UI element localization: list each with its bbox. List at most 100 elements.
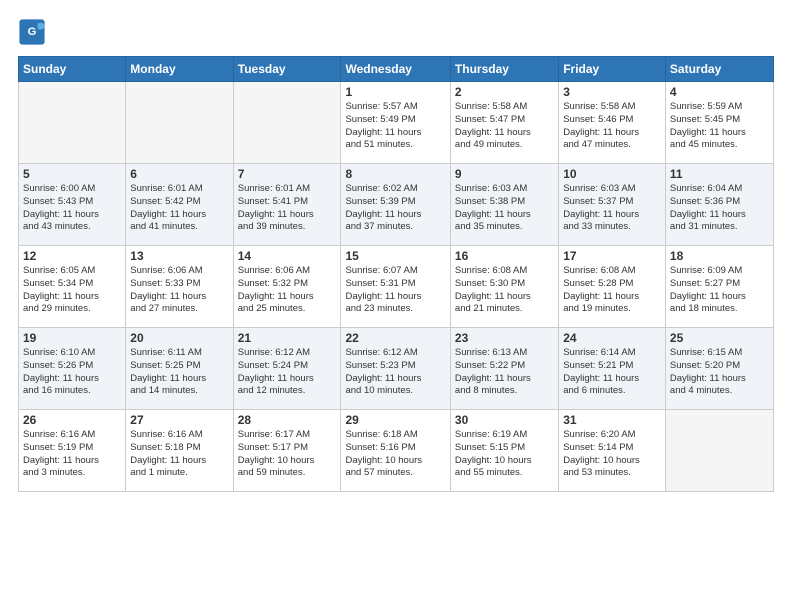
- day-info: Sunrise: 6:09 AM Sunset: 5:27 PM Dayligh…: [670, 265, 769, 316]
- day-number: 13: [130, 249, 228, 263]
- calendar-day-cell: 15 Sunrise: 6:07 AM Sunset: 5:31 PM Dayli…: [341, 246, 450, 328]
- calendar-day-cell: 26 Sunrise: 6:16 AM Sunset: 5:19 PM Dayli…: [19, 410, 126, 492]
- weekday-header-saturday: Saturday: [665, 57, 773, 82]
- calendar-week-row: 19 Sunrise: 6:10 AM Sunset: 5:26 PM Dayli…: [19, 328, 774, 410]
- calendar-table: SundayMondayTuesdayWednesdayThursdayFrid…: [18, 56, 774, 492]
- day-number: 1: [345, 85, 445, 99]
- calendar-day-cell: 7 Sunrise: 6:01 AM Sunset: 5:41 PM Daylig…: [233, 164, 341, 246]
- day-number: 17: [563, 249, 661, 263]
- calendar-week-row: 5 Sunrise: 6:00 AM Sunset: 5:43 PM Daylig…: [19, 164, 774, 246]
- day-number: 2: [455, 85, 554, 99]
- day-info: Sunrise: 6:20 AM Sunset: 5:14 PM Dayligh…: [563, 429, 661, 480]
- day-number: 8: [345, 167, 445, 181]
- day-number: 24: [563, 331, 661, 345]
- day-number: 11: [670, 167, 769, 181]
- day-info: Sunrise: 6:06 AM Sunset: 5:32 PM Dayligh…: [238, 265, 337, 316]
- day-number: 28: [238, 413, 337, 427]
- day-info: Sunrise: 6:05 AM Sunset: 5:34 PM Dayligh…: [23, 265, 121, 316]
- day-info: Sunrise: 6:18 AM Sunset: 5:16 PM Dayligh…: [345, 429, 445, 480]
- day-number: 12: [23, 249, 121, 263]
- calendar-day-cell: 17 Sunrise: 6:08 AM Sunset: 5:28 PM Dayli…: [559, 246, 666, 328]
- day-number: 14: [238, 249, 337, 263]
- day-number: 27: [130, 413, 228, 427]
- day-number: 16: [455, 249, 554, 263]
- calendar-day-cell: [126, 82, 233, 164]
- day-info: Sunrise: 6:01 AM Sunset: 5:42 PM Dayligh…: [130, 183, 228, 234]
- day-info: Sunrise: 6:15 AM Sunset: 5:20 PM Dayligh…: [670, 347, 769, 398]
- day-info: Sunrise: 6:13 AM Sunset: 5:22 PM Dayligh…: [455, 347, 554, 398]
- calendar-day-cell: 27 Sunrise: 6:16 AM Sunset: 5:18 PM Dayli…: [126, 410, 233, 492]
- day-number: 3: [563, 85, 661, 99]
- calendar-day-cell: 18 Sunrise: 6:09 AM Sunset: 5:27 PM Dayli…: [665, 246, 773, 328]
- calendar-day-cell: 16Sunrise: 6:08 AM Sunset: 5:30 PM Dayli…: [450, 246, 558, 328]
- day-number: 15: [345, 249, 445, 263]
- day-info: Sunrise: 6:04 AM Sunset: 5:36 PM Dayligh…: [670, 183, 769, 234]
- day-number: 5: [23, 167, 121, 181]
- day-info: Sunrise: 6:01 AM Sunset: 5:41 PM Dayligh…: [238, 183, 337, 234]
- calendar-day-cell: 29 Sunrise: 6:18 AM Sunset: 5:16 PM Dayli…: [341, 410, 450, 492]
- day-info: Sunrise: 6:19 AM Sunset: 5:15 PM Dayligh…: [455, 429, 554, 480]
- calendar-day-cell: 10 Sunrise: 6:03 AM Sunset: 5:37 PM Dayli…: [559, 164, 666, 246]
- weekday-header-monday: Monday: [126, 57, 233, 82]
- calendar-day-cell: 21Sunrise: 6:12 AM Sunset: 5:24 PM Dayli…: [233, 328, 341, 410]
- day-info: Sunrise: 5:58 AM Sunset: 5:47 PM Dayligh…: [455, 101, 554, 152]
- header: G: [18, 18, 774, 46]
- calendar-day-cell: 24 Sunrise: 6:14 AM Sunset: 5:21 PM Dayli…: [559, 328, 666, 410]
- weekday-header-friday: Friday: [559, 57, 666, 82]
- day-info: Sunrise: 6:03 AM Sunset: 5:38 PM Dayligh…: [455, 183, 554, 234]
- day-number: 29: [345, 413, 445, 427]
- day-info: Sunrise: 6:07 AM Sunset: 5:31 PM Dayligh…: [345, 265, 445, 316]
- calendar-day-cell: 30 Sunrise: 6:19 AM Sunset: 5:15 PM Dayli…: [450, 410, 558, 492]
- calendar-day-cell: 28 Sunrise: 6:17 AM Sunset: 5:17 PM Dayli…: [233, 410, 341, 492]
- calendar-day-cell: 12 Sunrise: 6:05 AM Sunset: 5:34 PM Dayli…: [19, 246, 126, 328]
- day-info: Sunrise: 6:11 AM Sunset: 5:25 PM Dayligh…: [130, 347, 228, 398]
- day-info: Sunrise: 6:12 AM Sunset: 5:23 PM Dayligh…: [345, 347, 445, 398]
- calendar-day-cell: 20 Sunrise: 6:11 AM Sunset: 5:25 PM Dayli…: [126, 328, 233, 410]
- calendar-day-cell: 1Sunrise: 5:57 AM Sunset: 5:49 PM Daylig…: [341, 82, 450, 164]
- day-number: 9: [455, 167, 554, 181]
- svg-text:G: G: [28, 26, 37, 38]
- day-number: 10: [563, 167, 661, 181]
- day-number: 7: [238, 167, 337, 181]
- calendar-day-cell: 31 Sunrise: 6:20 AM Sunset: 5:14 PM Dayli…: [559, 410, 666, 492]
- calendar-day-cell: 4Sunrise: 5:59 AM Sunset: 5:45 PM Daylig…: [665, 82, 773, 164]
- calendar-day-cell: 5 Sunrise: 6:00 AM Sunset: 5:43 PM Daylig…: [19, 164, 126, 246]
- day-number: 30: [455, 413, 554, 427]
- calendar-day-cell: 14 Sunrise: 6:06 AM Sunset: 5:32 PM Dayli…: [233, 246, 341, 328]
- calendar-day-cell: 25 Sunrise: 6:15 AM Sunset: 5:20 PM Dayli…: [665, 328, 773, 410]
- day-number: 31: [563, 413, 661, 427]
- day-number: 22: [345, 331, 445, 345]
- logo: G: [18, 18, 50, 46]
- logo-icon: G: [18, 18, 46, 46]
- day-number: 25: [670, 331, 769, 345]
- calendar-day-cell: [665, 410, 773, 492]
- day-info: Sunrise: 5:58 AM Sunset: 5:46 PM Dayligh…: [563, 101, 661, 152]
- day-number: 6: [130, 167, 228, 181]
- day-number: 23: [455, 331, 554, 345]
- day-info: Sunrise: 6:08 AM Sunset: 5:28 PM Dayligh…: [563, 265, 661, 316]
- weekday-header-sunday: Sunday: [19, 57, 126, 82]
- day-number: 21: [238, 331, 337, 345]
- calendar-day-cell: 13Sunrise: 6:06 AM Sunset: 5:33 PM Dayli…: [126, 246, 233, 328]
- calendar-week-row: 26 Sunrise: 6:16 AM Sunset: 5:19 PM Dayli…: [19, 410, 774, 492]
- day-info: Sunrise: 6:16 AM Sunset: 5:19 PM Dayligh…: [23, 429, 121, 480]
- day-info: Sunrise: 6:10 AM Sunset: 5:26 PM Dayligh…: [23, 347, 121, 398]
- day-number: 19: [23, 331, 121, 345]
- page-container: G SundayMondayTuesdayWednesdayThursdayFr…: [0, 0, 792, 612]
- calendar-day-cell: 11 Sunrise: 6:04 AM Sunset: 5:36 PM Dayli…: [665, 164, 773, 246]
- calendar-day-cell: [19, 82, 126, 164]
- day-info: Sunrise: 6:16 AM Sunset: 5:18 PM Dayligh…: [130, 429, 228, 480]
- calendar-day-cell: [233, 82, 341, 164]
- day-number: 18: [670, 249, 769, 263]
- day-number: 26: [23, 413, 121, 427]
- weekday-header-wednesday: Wednesday: [341, 57, 450, 82]
- day-info: Sunrise: 6:03 AM Sunset: 5:37 PM Dayligh…: [563, 183, 661, 234]
- day-info: Sunrise: 6:14 AM Sunset: 5:21 PM Dayligh…: [563, 347, 661, 398]
- calendar-day-cell: 9 Sunrise: 6:03 AM Sunset: 5:38 PM Daylig…: [450, 164, 558, 246]
- day-info: Sunrise: 6:02 AM Sunset: 5:39 PM Dayligh…: [345, 183, 445, 234]
- day-info: Sunrise: 6:17 AM Sunset: 5:17 PM Dayligh…: [238, 429, 337, 480]
- day-number: 4: [670, 85, 769, 99]
- day-number: 20: [130, 331, 228, 345]
- calendar-day-cell: 22 Sunrise: 6:12 AM Sunset: 5:23 PM Dayli…: [341, 328, 450, 410]
- day-info: Sunrise: 6:00 AM Sunset: 5:43 PM Dayligh…: [23, 183, 121, 234]
